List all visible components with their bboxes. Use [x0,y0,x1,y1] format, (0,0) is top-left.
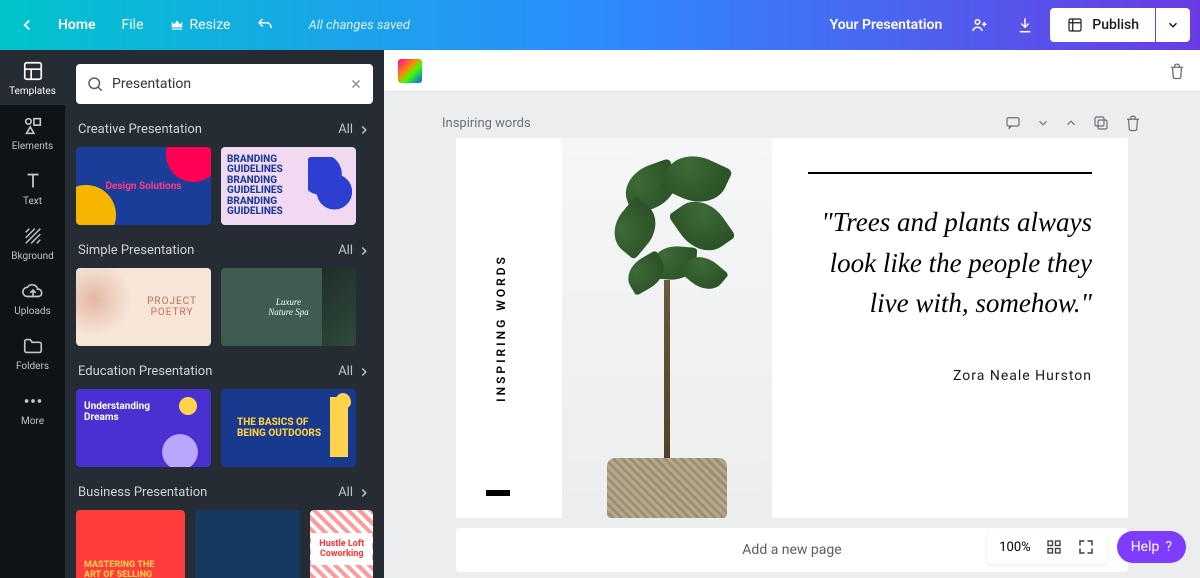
chevron-right-icon [357,365,371,379]
category-title: Simple Presentation [78,243,194,258]
see-all-creative[interactable]: All [338,122,371,137]
help-button[interactable]: Help ? [1117,531,1186,563]
folder-icon [22,335,44,357]
trash-icon [1124,114,1142,132]
vertical-label[interactable]: INSPIRING WORDS [494,254,508,402]
background-icon [22,225,44,247]
left-rail: Templates Elements Text Bkground Uploads… [0,50,65,578]
page-title-label[interactable]: Inspiring words [442,116,531,131]
speech-bubble-icon [1004,114,1022,132]
templates-panel: Creative Presentation All Design Solutio… [65,50,384,578]
slide[interactable]: INSPIRING WORDS "Trees and plants always… [456,138,1128,518]
uploads-icon [22,280,44,302]
search-box [76,64,373,104]
more-icon [22,390,44,412]
rail-text[interactable]: Text [0,160,65,215]
templates-icon [22,60,44,82]
template-thumb[interactable]: Luxure Nature Spa [221,268,356,346]
undo-button[interactable] [244,8,286,42]
rail-folders[interactable]: Folders [0,325,65,380]
comments-button[interactable] [1004,114,1022,132]
template-thumb[interactable]: Design Solutions [76,147,211,225]
download-button[interactable] [1004,8,1046,42]
question-icon: ? [1165,539,1172,555]
category-title: Business Presentation [78,485,207,500]
template-thumb[interactable]: MASTERING THE ART OF SELLING [76,510,185,578]
see-all-education[interactable]: All [338,364,371,379]
category-title: Education Presentation [78,364,212,379]
duplicate-page-button[interactable] [1092,114,1110,132]
search-icon [86,75,104,93]
search-input[interactable] [112,76,341,92]
template-thumb[interactable]: Understanding Dreams [76,389,211,467]
elements-icon [22,115,44,137]
text-icon [22,170,44,192]
template-thumb[interactable]: PROJECT POETRY [76,268,211,346]
grid-view-button[interactable] [1045,538,1063,556]
back-button[interactable] [10,10,44,40]
add-user-icon [970,16,988,34]
share-button[interactable] [958,8,1000,42]
chevron-down-icon [1166,18,1180,32]
page-up-button[interactable] [1064,116,1078,130]
plant-image[interactable] [562,138,772,518]
rail-templates[interactable]: Templates [0,50,65,105]
rail-elements[interactable]: Elements [0,105,65,160]
publish-button[interactable]: Publish [1050,8,1155,42]
canvas-area: Inspiring words INSPIRING WORDS [384,50,1200,578]
save-status: All changes saved [308,18,409,33]
chevron-up-icon [1064,116,1078,130]
author-text[interactable]: Zora Neale Hurston [808,368,1092,384]
quote-text[interactable]: "Trees and plants always look like the p… [808,202,1092,324]
document-title[interactable]: Your Presentation [818,9,955,41]
resize-button[interactable]: Resize [158,9,243,41]
fullscreen-button[interactable] [1077,538,1095,556]
close-icon [349,77,363,91]
divider-line[interactable] [808,172,1092,174]
canvas-toolbar [384,50,1200,92]
grid-icon [1045,538,1063,556]
clear-search[interactable] [349,77,363,91]
color-picker[interactable] [398,59,422,83]
chevron-right-icon [357,244,371,258]
top-bar: Home File Resize All changes saved Your … [0,0,1200,50]
rail-more[interactable]: More [0,380,65,435]
accent-mark [486,490,510,496]
page-down-button[interactable] [1036,116,1050,130]
publish-dropdown[interactable] [1156,8,1190,42]
chevron-right-icon [357,123,371,137]
copy-icon [1092,114,1110,132]
rail-background[interactable]: Bkground [0,215,65,270]
chevron-left-icon [18,16,36,34]
trash-icon [1168,62,1186,80]
page-header: Inspiring words [442,114,1142,132]
zoom-controls: 100% [987,530,1106,564]
home-button[interactable]: Home [46,9,108,41]
chevron-down-icon [1036,116,1050,130]
undo-icon [256,16,274,34]
delete-page-button[interactable] [1124,114,1142,132]
file-menu[interactable]: File [110,9,156,41]
fullscreen-icon [1077,538,1095,556]
template-thumb[interactable] [195,510,301,578]
template-thumb[interactable]: THE BASICS OF BEING OUTDOORS [221,389,356,467]
delete-canvas-button[interactable] [1168,62,1186,80]
rail-uploads[interactable]: Uploads [0,270,65,325]
crown-icon [170,18,184,32]
chevron-right-icon [357,486,371,500]
see-all-business[interactable]: All [338,485,371,500]
template-thumb[interactable]: Hustle Loft Coworking [310,510,373,578]
template-thumb[interactable]: BRANDING GUIDELINES BRANDING GUIDELINES … [221,147,356,225]
globe-icon [1066,16,1084,34]
category-title: Creative Presentation [78,122,202,137]
download-icon [1016,16,1034,34]
zoom-value[interactable]: 100% [999,540,1030,555]
see-all-simple[interactable]: All [338,243,371,258]
